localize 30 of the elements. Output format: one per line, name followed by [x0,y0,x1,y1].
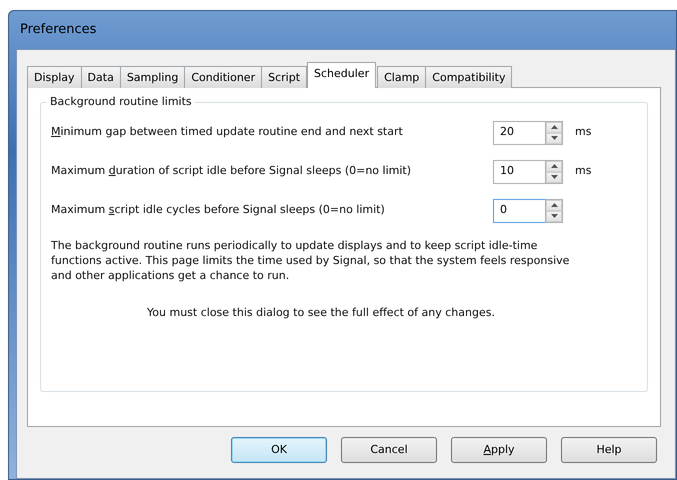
tab[interactable]: Script [261,66,308,88]
setting-label: Maximum duration of script idle before Signal sleeps (0=no limit) [51,163,412,180]
dialog-button[interactable]: Cancel [341,437,437,463]
window-title: Preferences [19,21,98,39]
spin-up-icon[interactable] [546,122,562,132]
description-text: The background routine runs periodically to update displays and to keep script idle-time functions active. This page limits the time used by Signal, so that the system feels responsive and other applications get a chance to run. [51,238,570,283]
dialog-button[interactable]: OK [231,437,327,463]
group-title: Background routine limits [47,94,195,110]
number-field[interactable]: 20 [493,120,545,144]
note-text: You must close this dialog to see the full effect of any changes. [146,305,496,321]
tab[interactable]: Display [27,66,82,88]
dialog-button[interactable]: Apply [451,437,547,463]
tab[interactable]: Compatibility [425,66,512,88]
setting-label: Minimum gap between timed update routine end and next start [51,124,404,140]
setting-label: Maximum script idle cycles before Signal sleeps (0=no limit) [51,202,386,218]
tab[interactable]: Clamp [377,66,426,88]
unit-label: ms [575,163,592,180]
number-field[interactable]: 10 [493,160,545,184]
unit-label: ms [575,124,592,140]
spin-down-icon[interactable] [546,210,562,222]
tab[interactable]: Scheduler [307,62,376,88]
spin-down-icon[interactable] [546,132,562,144]
tab[interactable]: Data [80,66,121,88]
spin-up-icon[interactable] [546,200,562,210]
tab[interactable]: Conditioner [184,66,262,88]
tab[interactable]: Sampling [120,66,186,88]
dialog-button[interactable]: Help [561,437,657,463]
number-field[interactable]: 0 [493,198,545,222]
spin-down-icon[interactable] [546,172,562,182]
spin-up-icon[interactable] [546,160,562,172]
